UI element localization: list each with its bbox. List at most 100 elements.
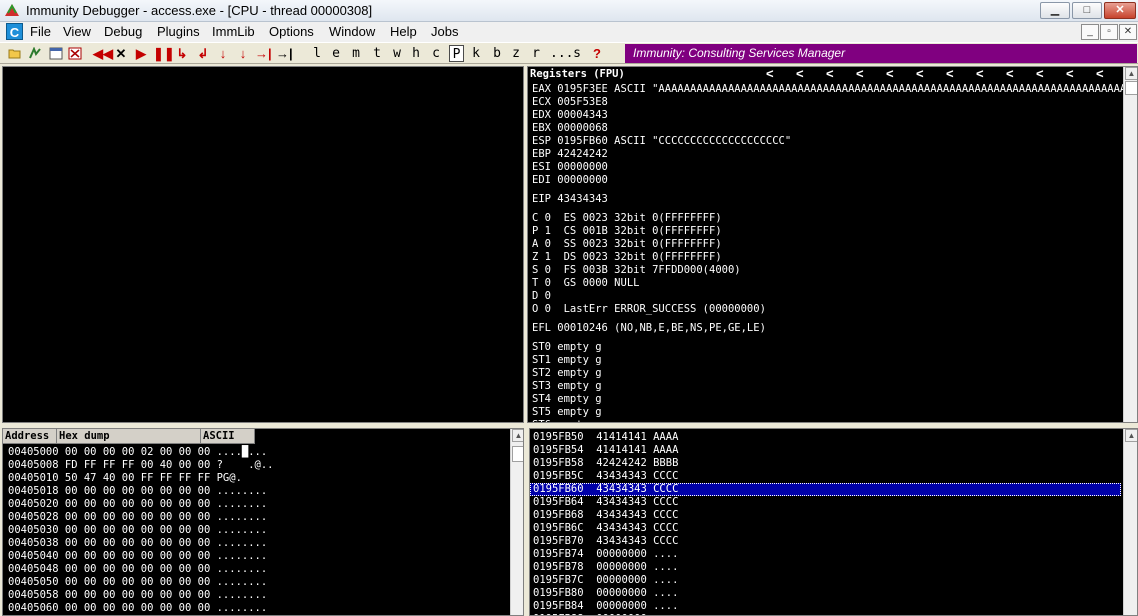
register-line[interactable]: S 0 FS 003B 32bit 7FFDD000(4000) [529,264,1124,277]
minimize-button[interactable]: ▁ [1040,2,1070,19]
register-line[interactable]: EBX 00000068 [529,122,1124,135]
register-line[interactable]: ST1 empty g [529,354,1124,367]
help-icon[interactable]: ? [591,45,603,62]
register-line[interactable]: D 0 [529,290,1124,303]
memory-dump-pane[interactable]: Address Hex dump ASCII 00405000 00 00 00… [2,428,524,616]
maximize-button[interactable]: □ [1072,2,1102,19]
handles-button[interactable]: h [411,45,421,62]
restart-icon[interactable] [28,47,42,60]
dump-row[interactable]: 00405048 00 00 00 00 00 00 00 00 .......… [5,563,505,576]
chevron-left-icon[interactable]: < [856,67,864,81]
chevron-left-icon[interactable]: < [1036,67,1044,81]
step-into-icon[interactable]: ↳ [175,45,189,62]
stack-row[interactable]: 0195FB80 00000000 .... [530,587,1121,600]
register-line[interactable]: A 0 SS 0023 32bit 0(FFFFFFFF) [529,238,1124,251]
register-line[interactable]: ST3 empty g [529,380,1124,393]
stack-row[interactable]: 0195FB60 43434343 CCCC [530,483,1121,496]
address-column-header[interactable]: Address [3,429,57,444]
log-button[interactable]: l [312,45,322,62]
register-line[interactable]: ESI 00000000 [529,161,1124,174]
dump-row[interactable]: 00405040 00 00 00 00 00 00 00 00 .......… [5,550,505,563]
call-stack-button[interactable]: k [471,45,481,62]
register-line[interactable]: O 0 LastErr ERROR_SUCCESS (00000000) [529,303,1124,316]
dump-row[interactable]: 00405010 50 47 40 00 FF FF FF FF PG@. [5,472,505,485]
memory-map-button[interactable]: m [350,45,362,62]
menu-plugins[interactable]: Plugins [157,24,200,39]
menu-file[interactable]: File [30,24,51,39]
register-line[interactable]: ESP 0195FB60 ASCII "CCCCCCCCCCCCCCCCCCCC… [529,135,1124,148]
registers-pane[interactable]: Registers (FPU) < < < < < < < < < < < < … [527,66,1138,423]
register-line[interactable]: T 0 GS 0000 NULL [529,277,1124,290]
run-trace-button[interactable]: ... [550,45,573,62]
register-line[interactable]: ST2 empty g [529,367,1124,380]
stack-row[interactable]: 0195FB74 00000000 .... [530,548,1121,561]
registers-scrollbar[interactable]: ▲ [1123,67,1137,422]
dump-row[interactable]: 00405038 00 00 00 00 00 00 00 00 .......… [5,537,505,550]
dump-row[interactable]: 00405058 00 00 00 00 00 00 00 00 .......… [5,589,505,602]
modules-icon[interactable] [68,47,82,60]
chevron-left-icon[interactable]: < [1006,67,1014,81]
trace-over-icon[interactable]: ↓ [236,45,250,62]
menu-help[interactable]: Help [390,24,417,39]
log-window-icon[interactable] [49,47,63,60]
stack-row[interactable]: 0195FB78 00000000 .... [530,561,1121,574]
mdi-restore-button[interactable]: ▫ [1100,24,1118,40]
menu-jobs[interactable]: Jobs [431,24,458,39]
stack-row[interactable]: 0195FB5C 43434343 CCCC [530,470,1121,483]
consulting-banner[interactable]: Immunity: Consulting Services Manager [625,44,1137,63]
chevron-left-icon[interactable]: < [826,67,834,81]
scroll-up-icon[interactable]: ▲ [1125,67,1137,80]
stack-row[interactable]: 0195FB64 43434343 CCCC [530,496,1121,509]
dump-row[interactable]: 00405018 00 00 00 00 00 00 00 00 .......… [5,485,505,498]
register-line[interactable]: C 0 ES 0023 32bit 0(FFFFFFFF) [529,212,1124,225]
menu-options[interactable]: Options [269,24,314,39]
cpu-window-icon[interactable]: C [6,23,23,40]
register-line[interactable]: EAX 0195F3EE ASCII "AAAAAAAAAAAAAAAAAAAA… [529,83,1137,96]
execute-till-return-icon[interactable]: →| [255,45,272,62]
chevron-left-icon[interactable]: < [886,67,894,81]
trace-into-icon[interactable]: ↓ [216,45,230,62]
stack-row[interactable]: 0195FB50 41414141 AAAA [530,431,1121,444]
disassembly-pane[interactable] [2,66,524,423]
mdi-minimize-button[interactable]: _ [1081,24,1099,40]
stack-row[interactable]: 0195FB54 41414141 AAAA [530,444,1121,457]
patches-button[interactable]: P [449,45,464,62]
register-line[interactable]: P 1 CS 001B 32bit 0(FFFFFFFF) [529,225,1124,238]
register-line[interactable]: ECX 005F53E8 [529,96,1124,109]
register-line[interactable]: EIP 43434343 [529,193,1124,206]
menu-window[interactable]: Window [329,24,375,39]
dump-row[interactable]: 00405060 00 00 00 00 00 00 00 00 .......… [5,602,505,615]
references-button[interactable]: r [531,45,541,62]
dump-row[interactable]: 00405008 FD FF FF FF 00 40 00 00 ? .@.. [5,459,505,472]
register-line[interactable]: EBP 42424242 [529,148,1124,161]
register-line[interactable]: ST4 empty g [529,393,1124,406]
register-line[interactable]: Z 1 DS 0023 32bit 0(FFFFFFFF) [529,251,1124,264]
stack-row[interactable]: 0195FB6C 43434343 CCCC [530,522,1121,535]
chevron-left-icon[interactable]: < [766,67,774,81]
dump-row[interactable]: 00405000 00 00 00 00 02 00 00 00 ....█..… [5,446,505,459]
cpu-button[interactable]: c [431,45,441,62]
dump-scrollbar[interactable]: ▲ [510,429,523,615]
step-over-icon[interactable]: ↲ [196,45,210,62]
rewind-icon[interactable]: ◀◀ [93,45,113,62]
scroll-up-icon[interactable]: ▲ [512,429,523,442]
menu-debug[interactable]: Debug [104,24,142,39]
stack-row[interactable]: 0195FB7C 00000000 .... [530,574,1121,587]
windows-button[interactable]: w [391,45,403,62]
stack-row[interactable]: 0195FB68 43434343 CCCC [530,509,1121,522]
mdi-close-button[interactable]: ✕ [1119,24,1137,40]
scroll-thumb[interactable] [512,446,523,462]
register-line[interactable]: ST0 empty g [529,341,1124,354]
menu-immlib[interactable]: ImmLib [212,24,255,39]
register-line[interactable]: EFL 00010246 (NO,NB,E,BE,NS,PE,GE,LE) [529,322,1124,335]
register-line[interactable]: EDX 00004343 [529,109,1124,122]
scroll-thumb[interactable] [1125,81,1137,95]
go-to-address-icon[interactable]: →| [276,45,293,62]
chevron-left-icon[interactable]: < [946,67,954,81]
chevron-left-icon[interactable]: < [976,67,984,81]
hardware-breakpoints-button[interactable]: z [511,45,521,62]
register-line[interactable]: EDI 00000000 [529,174,1124,187]
chevron-left-icon[interactable]: < [1096,67,1104,81]
dump-row[interactable]: 00405028 00 00 00 00 00 00 00 00 .......… [5,511,505,524]
executable-modules-button[interactable]: e [331,45,341,62]
